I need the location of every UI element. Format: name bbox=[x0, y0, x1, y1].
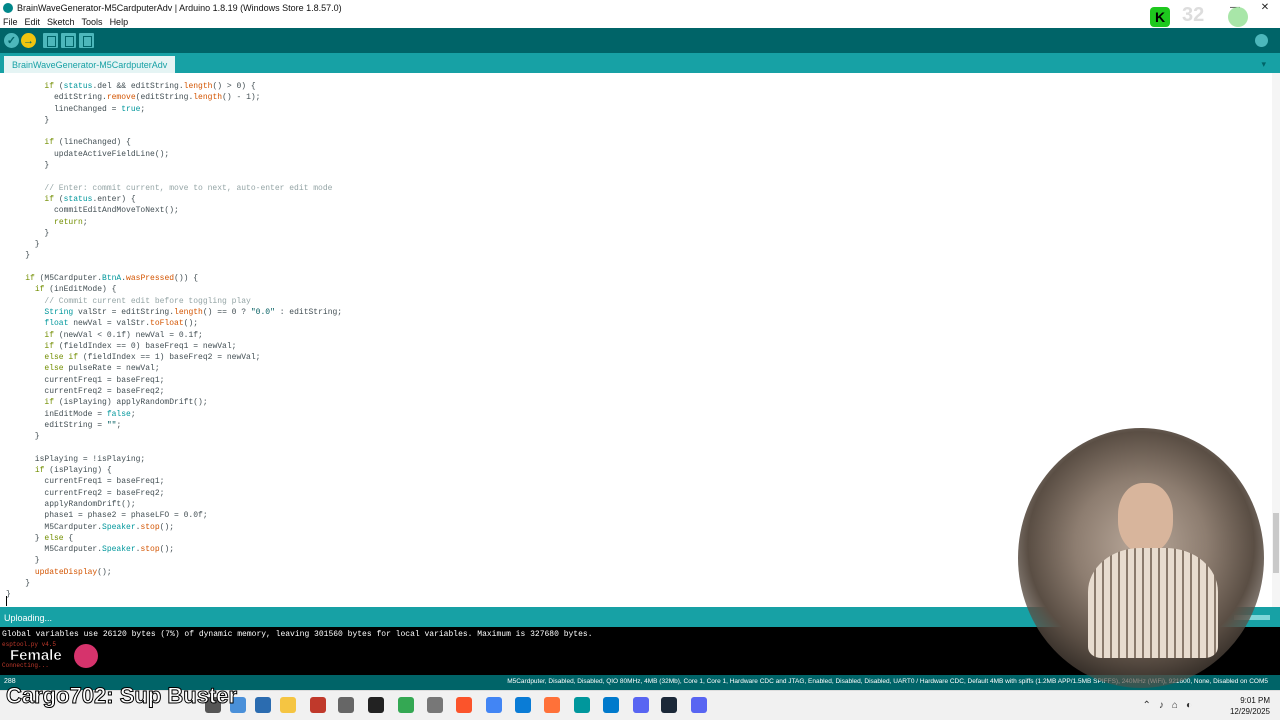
avatar-icon bbox=[74, 644, 98, 668]
edge-icon[interactable] bbox=[515, 697, 531, 713]
arduino-ide-window: BrainWaveGenerator-M5CardputerAdv | Ardu… bbox=[0, 0, 1280, 720]
arduino-taskbar-icon[interactable] bbox=[574, 697, 590, 713]
file-explorer-icon[interactable] bbox=[280, 697, 296, 713]
toolbar: ✓ → bbox=[0, 28, 1280, 53]
menu-edit[interactable]: Edit bbox=[25, 17, 41, 27]
discord-icon[interactable] bbox=[633, 697, 649, 713]
gender-label: Female bbox=[10, 647, 62, 665]
clock-date: 12/29/2025 bbox=[1229, 707, 1270, 716]
close-button[interactable]: ✕ bbox=[1250, 0, 1280, 15]
chrome-icon[interactable] bbox=[486, 697, 502, 713]
open-icon[interactable] bbox=[61, 33, 76, 48]
settings-icon[interactable] bbox=[338, 697, 354, 713]
github-icon[interactable] bbox=[427, 697, 443, 713]
webcam-person-head bbox=[1118, 483, 1173, 553]
task-view-icon[interactable] bbox=[255, 697, 271, 713]
tab-sketch[interactable]: BrainWaveGenerator-M5CardputerAdv bbox=[4, 56, 176, 73]
chat-message-overlay: Cargo702: Sup Buster bbox=[5, 683, 238, 709]
status-text: Uploading... bbox=[4, 613, 53, 623]
menu-file[interactable]: File bbox=[3, 17, 18, 27]
arduino-app-icon bbox=[3, 2, 13, 13]
play-icon bbox=[1228, 7, 1248, 27]
kick-logo-icon: K bbox=[1150, 7, 1170, 27]
webcam-person-body bbox=[1088, 548, 1218, 658]
discord-ptb-icon[interactable] bbox=[691, 697, 707, 713]
text-cursor bbox=[6, 596, 7, 606]
console-line-memory: Global variables use 26120 bytes (7%) of… bbox=[2, 630, 593, 639]
system-tray-icons[interactable]: ⌃♪⌂◐ bbox=[1143, 700, 1200, 711]
scrollbar-thumb[interactable] bbox=[1273, 513, 1279, 573]
code-text: if (status.del && editString.length() > … bbox=[6, 82, 343, 600]
terminal-icon[interactable] bbox=[368, 697, 384, 713]
netflix-icon[interactable] bbox=[310, 697, 326, 713]
menu-help[interactable]: Help bbox=[110, 17, 129, 27]
save-icon[interactable] bbox=[79, 33, 94, 48]
tab-bar: BrainWaveGenerator-M5CardputerAdv ▾ bbox=[0, 53, 1280, 73]
window-title: BrainWaveGenerator-M5CardputerAdv | Ardu… bbox=[17, 2, 342, 13]
title-bar: BrainWaveGenerator-M5CardputerAdv | Ardu… bbox=[0, 0, 1280, 15]
clock[interactable]: 9:01 PM 12/29/2025 bbox=[1230, 695, 1270, 717]
menu-bar: File Edit Sketch Tools Help bbox=[0, 15, 1280, 28]
serial-monitor-icon[interactable] bbox=[1255, 34, 1268, 47]
tab-menu-icon[interactable]: ▾ bbox=[1261, 59, 1266, 70]
editor-scrollbar[interactable] bbox=[1272, 73, 1280, 607]
clock-time: 9:01 PM bbox=[1240, 696, 1270, 705]
verify-button[interactable]: ✓ bbox=[4, 33, 19, 48]
vscode-icon[interactable] bbox=[603, 697, 619, 713]
firefox-icon[interactable] bbox=[544, 697, 560, 713]
menu-tools[interactable]: Tools bbox=[82, 17, 103, 27]
steam-icon[interactable] bbox=[661, 697, 677, 713]
webcam-overlay bbox=[1018, 428, 1264, 688]
new-sketch-icon[interactable] bbox=[43, 33, 58, 48]
menu-sketch[interactable]: Sketch bbox=[47, 17, 75, 27]
brave-icon[interactable] bbox=[456, 697, 472, 713]
viewer-count: 32 bbox=[1182, 4, 1205, 26]
upload-button[interactable]: → bbox=[21, 33, 36, 48]
chrome-canary-icon[interactable] bbox=[398, 697, 414, 713]
